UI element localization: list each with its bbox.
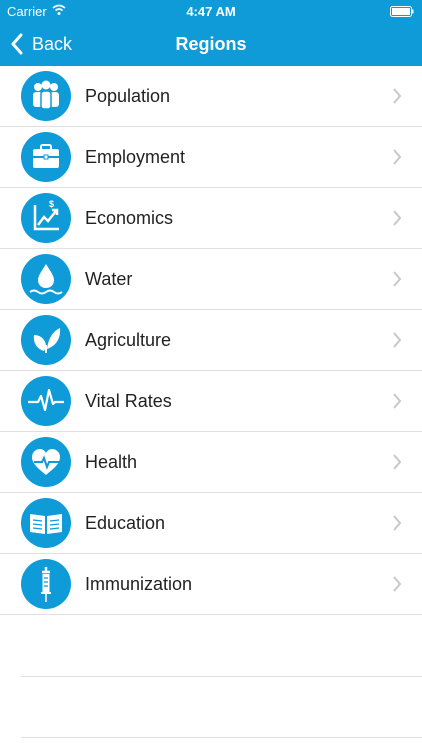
chevron-right-icon (393, 271, 402, 287)
list-item-label: Vital Rates (85, 391, 172, 411)
heartbeat-pulse-icon (21, 376, 71, 426)
chevron-right-icon (393, 515, 402, 531)
list-item-health[interactable]: Health (0, 432, 422, 493)
leaf-icon (21, 315, 71, 365)
list-item-label: Economics (85, 208, 174, 228)
svg-text:$: $ (49, 199, 54, 209)
battery-icon (390, 6, 414, 17)
population-icon (21, 71, 71, 121)
list-item-label: Water (85, 269, 133, 289)
navigation-bar: Back Regions (0, 22, 422, 66)
list-item-label: Population (85, 86, 171, 106)
list-item-label: Immunization (85, 574, 193, 594)
chevron-right-icon (393, 454, 402, 470)
economics-chart-icon: $ (21, 193, 71, 243)
list-item-agriculture[interactable]: Agriculture (0, 310, 422, 371)
chevron-right-icon (393, 210, 402, 226)
list-item-label: Health (85, 452, 138, 472)
list-item-economics[interactable]: $ Economics (0, 188, 422, 249)
status-bar: Carrier 4:47 AM (0, 0, 422, 22)
list-item-label: Education (85, 513, 166, 533)
list-item-employment[interactable]: Employment (0, 127, 422, 188)
water-drop-icon (21, 254, 71, 304)
regions-list: Population Employment $ Economics Water … (0, 66, 422, 615)
list-item-water[interactable]: Water (0, 249, 422, 310)
open-book-icon (21, 498, 71, 548)
empty-row-separator (21, 676, 422, 677)
list-item-label: Agriculture (85, 330, 172, 350)
briefcase-icon (21, 132, 71, 182)
list-item-education[interactable]: Education (0, 493, 422, 554)
top-bar: Carrier 4:47 AM Back Regions (0, 0, 422, 66)
empty-row-separator (21, 737, 422, 738)
clock: 4:47 AM (186, 4, 236, 19)
chevron-right-icon (393, 393, 402, 409)
syringe-icon (21, 559, 71, 609)
chevron-right-icon (393, 88, 402, 104)
chevron-right-icon (393, 332, 402, 348)
chevron-right-icon (393, 149, 402, 165)
list-item-immunization[interactable]: Immunization (0, 554, 422, 615)
chevron-right-icon (393, 576, 402, 592)
heart-pulse-icon (21, 437, 71, 487)
list-item-vital-rates[interactable]: Vital Rates (0, 371, 422, 432)
list-item-label: Employment (85, 147, 186, 167)
page-title: Regions (175, 34, 247, 54)
list-item-population[interactable]: Population (0, 66, 422, 127)
